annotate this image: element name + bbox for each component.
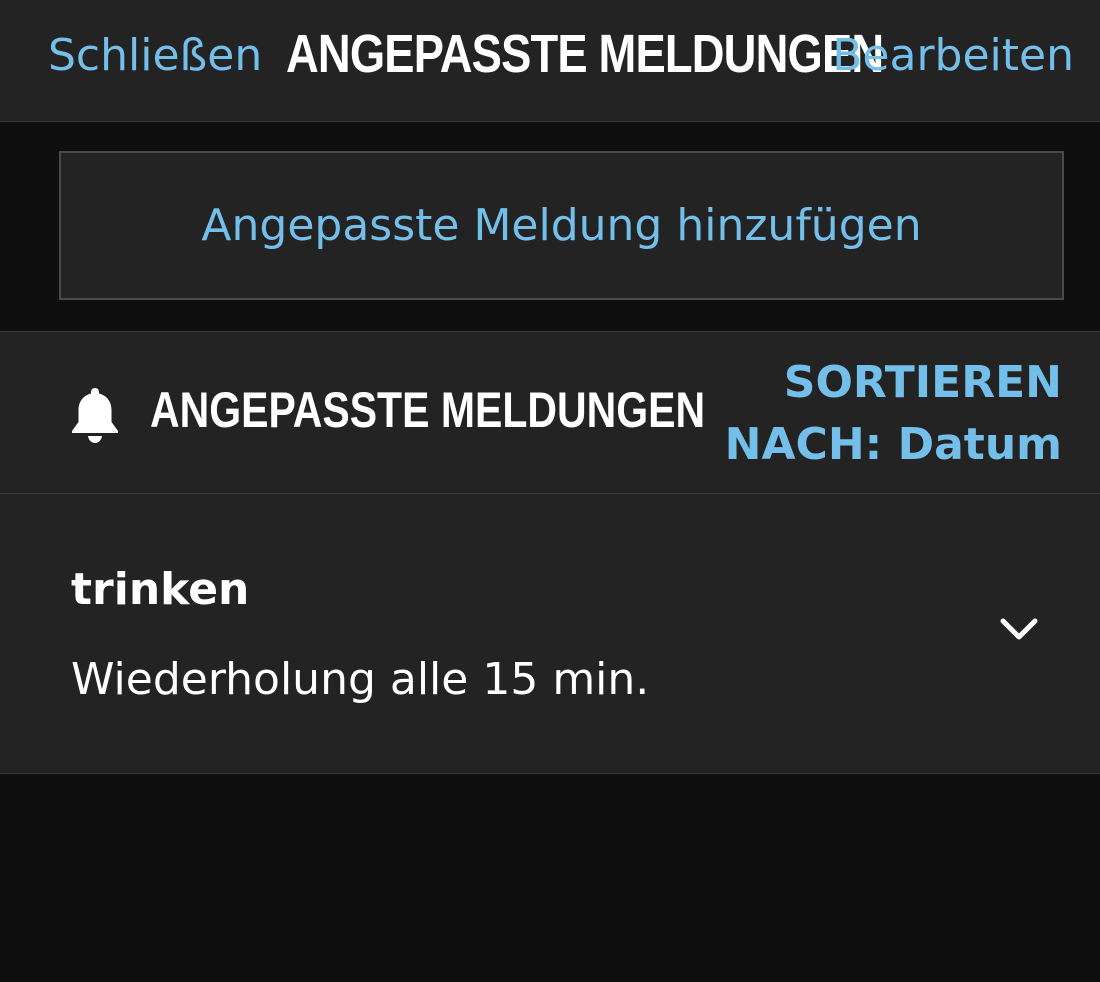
section-header: ANGEPASSTE MELDUNGEN SORTIEREN NACH: Dat… bbox=[0, 332, 1100, 494]
section-title: ANGEPASSTE MELDUNGEN bbox=[150, 382, 706, 438]
sort-label: SORTIEREN bbox=[783, 357, 1062, 408]
chevron-down-icon[interactable] bbox=[998, 614, 1040, 644]
navigation-bar: Schließen ANGEPASSTE MELDUNGEN Bearbeite… bbox=[0, 0, 1100, 122]
sort-button[interactable]: SORTIEREN NACH: Datum bbox=[725, 352, 1062, 476]
close-button[interactable]: Schließen bbox=[48, 28, 262, 84]
notification-repeat-interval: Wiederholung alle 15 min. bbox=[71, 654, 650, 705]
notification-item[interactable]: trinken Wiederholung alle 15 min. bbox=[0, 494, 1100, 774]
add-notification-label: Angepasste Meldung hinzufügen bbox=[201, 200, 922, 251]
add-notification-button[interactable]: Angepasste Meldung hinzufügen bbox=[59, 151, 1064, 300]
sort-value: NACH: Datum bbox=[724, 419, 1062, 470]
notification-title: trinken bbox=[71, 564, 250, 615]
page-title: ANGEPASSTE MELDUNGEN bbox=[286, 24, 884, 84]
bell-icon bbox=[72, 388, 118, 443]
add-notification-area: Angepasste Meldung hinzufügen bbox=[0, 122, 1100, 332]
edit-button[interactable]: Bearbeiten bbox=[832, 28, 1074, 84]
